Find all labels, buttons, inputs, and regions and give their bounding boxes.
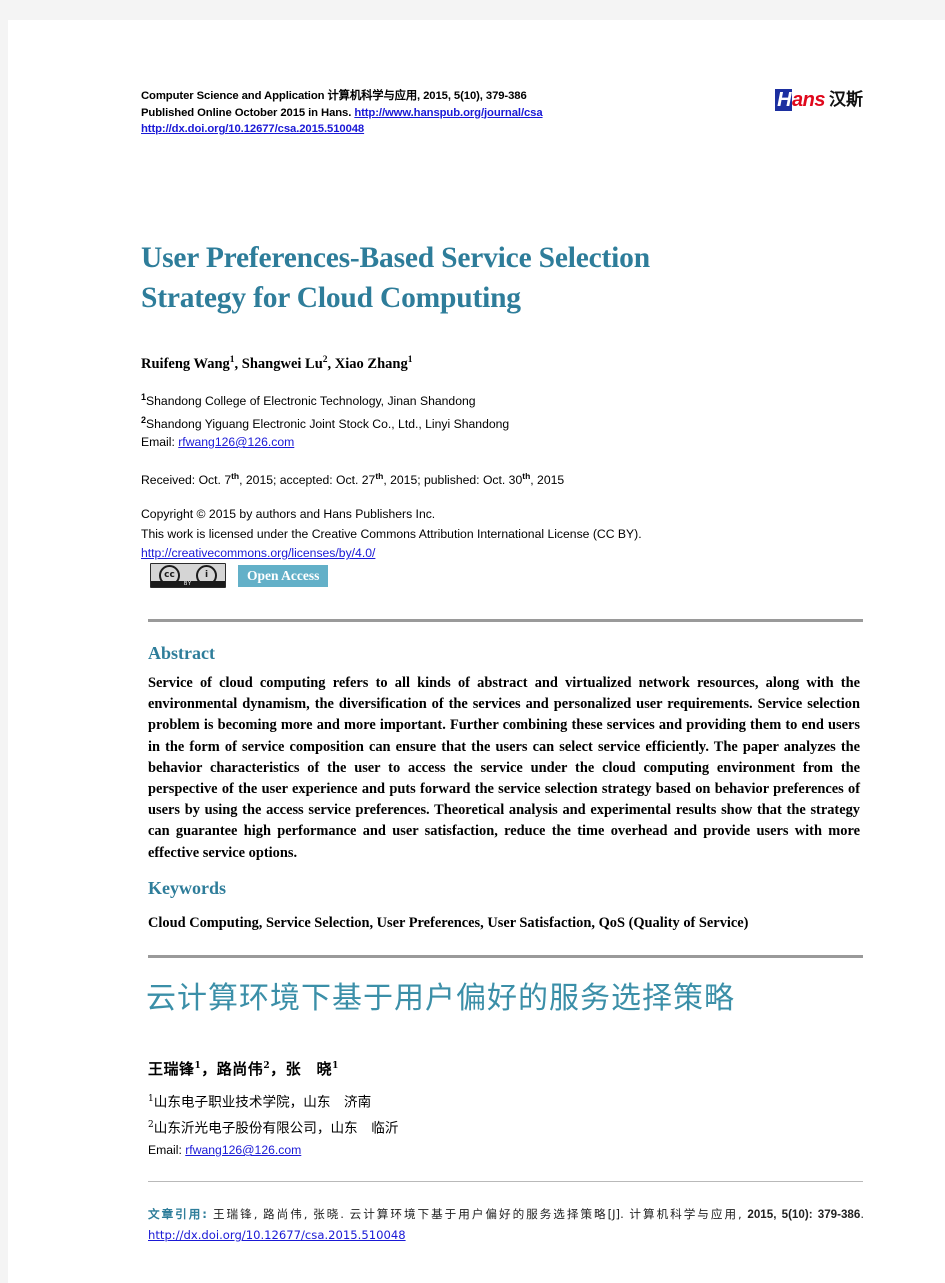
received-ordinal: th bbox=[231, 471, 240, 481]
email-line: Email: rfwang126@126.com bbox=[141, 433, 863, 452]
author-affil-marker-cn: 2 bbox=[263, 1061, 271, 1071]
affiliation-text: Shandong Yiguang Electronic Joint Stock … bbox=[146, 416, 510, 431]
publication-dates: Received: Oct. 7th, 2015; accepted: Oct.… bbox=[141, 467, 863, 489]
divider-above-citation bbox=[148, 1181, 863, 1182]
affiliation-list-english: 1Shandong College of Electronic Technolo… bbox=[141, 388, 863, 452]
license-url-line: http://creativecommons.org/licenses/by/4… bbox=[141, 544, 881, 564]
author-affil-marker: 2 bbox=[322, 355, 328, 365]
abstract-text: Service of cloud computing refers to all… bbox=[148, 675, 860, 861]
keywords-text: Cloud Computing, Service Selection, User… bbox=[148, 915, 749, 931]
received-label: Received: Oct. 7 bbox=[141, 473, 232, 488]
divider-above-chinese-title bbox=[148, 955, 863, 958]
affiliation-list-chinese: 1山东电子职业技术学院，山东 济南 2山东沂光电子股份有限公司，山东 临沂 Em… bbox=[148, 1088, 870, 1161]
citation-text-chinese: 王瑞锋, 路尚伟, 张晓. 云计算环境下基于用户偏好的服务选择策略[J]. 计算… bbox=[212, 1207, 748, 1221]
author-affil-marker: 1 bbox=[407, 355, 413, 365]
copyright-block: Copyright © 2015 by authors and Hans Pub… bbox=[141, 505, 881, 564]
logo-ans-text: ans bbox=[792, 89, 825, 111]
author-name-cn: 张 晓 bbox=[285, 1060, 333, 1078]
open-access-badge[interactable]: Open Access bbox=[238, 564, 329, 587]
page-title-chinese: 云计算环境下基于用户偏好的服务选择策略 bbox=[146, 981, 735, 1016]
citation-doi-link[interactable]: http://dx.doi.org/10.12677/csa.2015.5100… bbox=[148, 1228, 406, 1242]
logo-chinese-text: 汉斯 bbox=[829, 90, 863, 110]
email-link[interactable]: rfwang126@126.com bbox=[178, 435, 294, 449]
title-line-1: User Preferences-Based Service Selection bbox=[141, 242, 650, 274]
page-title-english: User Preferences-Based Service Selection… bbox=[141, 238, 881, 318]
author-name: Shangwei Lu bbox=[241, 355, 323, 372]
abstract-heading: Abstract bbox=[148, 643, 215, 663]
affiliation-text-cn: 山东电子职业技术学院，山东 济南 bbox=[153, 1094, 372, 1111]
copyright-line: Copyright © 2015 by authors and Hans Pub… bbox=[141, 507, 436, 521]
citation-footer: 文章引用: 王瑞锋, 路尚伟, 张晓. 云计算环境下基于用户偏好的服务选择策略[… bbox=[148, 1204, 864, 1246]
affiliation-text-cn: 山东沂光电子股份有限公司，山东 临沂 bbox=[153, 1120, 399, 1137]
citation-label: 文章引用: bbox=[148, 1207, 213, 1221]
citation-separator: . bbox=[860, 1207, 864, 1221]
affiliation-line: 1Shandong College of Electronic Technolo… bbox=[141, 388, 863, 411]
citation-volume: 2015, 5(10): 379-386 bbox=[747, 1208, 861, 1221]
email-label: Email: bbox=[141, 435, 179, 450]
license-badges: cc i BY Open Access bbox=[150, 563, 329, 588]
affiliation-line-cn: 2山东沂光电子股份有限公司，山东 临沂 bbox=[148, 1114, 870, 1140]
author-affil-marker: 1 bbox=[229, 355, 235, 365]
title-line-2: Strategy for Cloud Computing bbox=[141, 282, 521, 314]
journal-title-line: Computer Science and Application 计算机科学与应… bbox=[141, 90, 527, 102]
cc-by-label: BY bbox=[151, 581, 225, 587]
published-label: , 2015; published: Oct. 30 bbox=[383, 473, 523, 488]
published-online-line: Published Online October 2015 in Hans. h… bbox=[141, 105, 543, 122]
journal-info: Computer Science and Application 计算机科学与应… bbox=[141, 88, 543, 138]
paper-page: Computer Science and Application 计算机科学与应… bbox=[8, 20, 945, 1283]
author-name-cn: 路尚伟 bbox=[216, 1060, 264, 1078]
doi-link[interactable]: http://dx.doi.org/10.12677/csa.2015.5100… bbox=[141, 123, 364, 135]
doi-line: http://dx.doi.org/10.12677/csa.2015.5100… bbox=[141, 121, 543, 138]
hans-publisher-logo[interactable]: Hans 汉斯 bbox=[775, 89, 863, 111]
author-name: Ruifeng Wang bbox=[141, 355, 230, 372]
email-label-cn: Email: bbox=[148, 1143, 186, 1158]
affiliation-line-cn: 1山东电子职业技术学院，山东 济南 bbox=[148, 1088, 870, 1114]
author-affil-marker-cn: 1 bbox=[332, 1061, 339, 1071]
author-name-cn: 王瑞锋 bbox=[148, 1060, 195, 1078]
published-online-prefix: Published Online October 2015 in Hans. bbox=[141, 106, 355, 119]
author-name: Xiao Zhang bbox=[334, 355, 408, 372]
author-affil-marker-cn: 1 bbox=[194, 1061, 202, 1071]
license-line: This work is licensed under the Creative… bbox=[141, 526, 642, 541]
divider-above-abstract bbox=[148, 619, 863, 622]
creative-commons-badge-icon[interactable]: cc i BY bbox=[150, 563, 226, 588]
author-list-chinese: 王瑞锋1，路尚伟2，张 晓1 bbox=[148, 1060, 339, 1078]
affiliation-line: 2Shandong Yiguang Electronic Joint Stock… bbox=[141, 411, 863, 434]
affiliation-text: Shandong College of Electronic Technolog… bbox=[146, 394, 476, 409]
license-link[interactable]: http://creativecommons.org/licenses/by/4… bbox=[141, 546, 375, 560]
keywords-heading: Keywords bbox=[148, 878, 226, 898]
email-link-cn[interactable]: rfwang126@126.com bbox=[185, 1143, 301, 1157]
published-year: , 2015 bbox=[530, 473, 565, 488]
email-line-cn: Email: rfwang126@126.com bbox=[148, 1139, 870, 1161]
accepted-label: , 2015; accepted: Oct. 27 bbox=[239, 473, 376, 488]
author-list-english: Ruifeng Wang1, Shangwei Lu2, Xiao Zhang1 bbox=[141, 355, 413, 372]
masthead: Computer Science and Application 计算机科学与应… bbox=[141, 88, 863, 138]
journal-url-link[interactable]: http://www.hanspub.org/journal/csa bbox=[354, 107, 542, 119]
logo-h-glyph: H bbox=[775, 89, 793, 111]
